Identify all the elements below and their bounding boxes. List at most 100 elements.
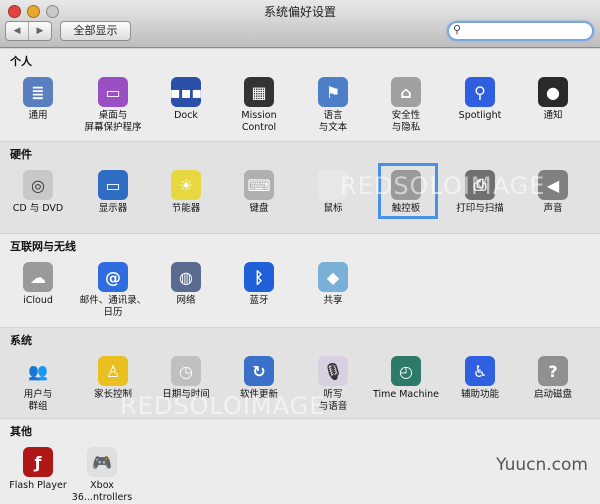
forward-button[interactable]: ▶	[29, 22, 51, 40]
pref-item[interactable]: ⎙ 打印与扫描	[444, 170, 516, 215]
pref-item-label: Mission Control	[241, 110, 277, 133]
xbox-controller-icon: 🎮	[87, 447, 117, 477]
pref-item-label: 声音	[543, 203, 563, 214]
pref-item[interactable]: ▪▪▪ Dock	[150, 77, 222, 122]
pref-item-label: 蓝牙	[249, 295, 269, 306]
pref-item-label: Time Machine	[372, 389, 440, 400]
pref-item[interactable]: 👥 用户与 群组	[2, 356, 74, 413]
pref-item[interactable]: ◍ 网络	[150, 262, 222, 307]
dock-icon: ▪▪▪	[170, 77, 202, 107]
pref-item-label: Dock	[174, 110, 198, 121]
pref-item-label: 软件更新	[239, 389, 278, 400]
nav-buttons: ◀ ▶	[5, 21, 52, 41]
software-update-icon: ↻	[244, 356, 274, 386]
show-all-button[interactable]: 全部显示	[60, 21, 131, 41]
back-button[interactable]: ◀	[6, 22, 29, 40]
pref-item-label: 通用	[28, 110, 48, 121]
mouse-icon	[318, 170, 348, 200]
pref-item[interactable]: ☁ iCloud	[2, 262, 74, 307]
pref-item[interactable]: ? 启动磁盘	[517, 356, 589, 401]
printer-icon: ⎙	[465, 170, 495, 200]
pref-item[interactable]: ≣ 通用	[2, 77, 74, 122]
security-house-icon: ⌂	[391, 77, 421, 107]
section-title: 其他	[10, 425, 32, 438]
parental-controls-icon: ♙	[98, 356, 128, 386]
pref-item-label: 邮件、通讯录、 日历	[79, 295, 147, 318]
sharing-folder-icon: ◆	[318, 262, 348, 292]
pref-item[interactable]: ◷ 日期与时间	[150, 356, 222, 401]
pref-item[interactable]: 🎙 听写 与语音	[297, 356, 369, 413]
time-machine-icon: ◴	[391, 356, 421, 386]
network-globe-icon: ◍	[171, 262, 201, 292]
section-0: 个人 ≣ 通用 ▭ 桌面与 屏幕保护程序 ▪▪▪ Dock ▦ Mission Control ⚑…	[0, 48, 600, 141]
pref-item-label: 打印与扫描	[456, 203, 504, 214]
pref-item[interactable]: ▭ 桌面与 屏幕保护程序	[77, 77, 149, 134]
pref-item[interactable]: 鼠标	[297, 170, 369, 215]
pref-item[interactable]: ↻ 软件更新	[223, 356, 295, 401]
pref-item[interactable]: ☀ 节能器	[150, 170, 222, 215]
pref-item[interactable]: ♙ 家长控制	[77, 356, 149, 401]
section-title: 硬件	[10, 148, 32, 161]
pref-item-label: 家长控制	[93, 389, 132, 400]
language-flag-icon: ⚑	[318, 77, 348, 107]
general-icon: ≣	[23, 77, 53, 107]
pref-item[interactable]: ⌨ 键盘	[223, 170, 295, 215]
magnifier-icon: ⚲	[453, 23, 462, 36]
pref-item[interactable]: ⚲ Spotlight	[444, 77, 516, 122]
pref-item-label: 听写 与语音	[318, 389, 348, 412]
pref-item-label: 网络	[176, 295, 196, 306]
section-title: 互联网与无线	[10, 240, 76, 253]
users-icon: 👥	[23, 356, 53, 386]
pref-item[interactable]: 🎮 Xbox 36...ntrollers	[66, 447, 138, 504]
pref-item[interactable]: ƒ Flash Player	[2, 447, 74, 492]
watermark-site: Yuucn.com	[496, 455, 588, 475]
window-title: 系统偏好设置	[263, 5, 336, 19]
section-title: 个人	[10, 55, 32, 68]
pref-item-label: 显示器	[98, 203, 128, 214]
pref-item[interactable]: ◴ Time Machine	[370, 356, 442, 401]
pref-item-label: 共享	[323, 295, 343, 306]
pref-item-label: 语言 与文本	[318, 110, 348, 133]
energy-bulb-icon: ☀	[171, 170, 201, 200]
keyboard-icon: ⌨	[244, 170, 274, 200]
flash-player-icon: ƒ	[23, 447, 53, 477]
section-2: 互联网与无线 ☁ iCloud @ 邮件、通讯录、 日历 ◍ 网络 ᛒ 蓝牙 ◆ 共享	[0, 233, 600, 327]
pref-item[interactable]: ◎ CD 与 DVD	[2, 170, 74, 215]
selection-highlight	[378, 163, 438, 219]
pref-item[interactable]: ᛒ 蓝牙	[223, 262, 295, 307]
pref-item-label: Xbox 36...ntrollers	[71, 480, 133, 503]
pref-item-label: CD 与 DVD	[12, 203, 64, 214]
section-title: 系统	[10, 334, 32, 347]
pref-item-label: 通知	[543, 110, 563, 121]
pref-item[interactable]: ▭ 显示器	[77, 170, 149, 215]
cd-dvd-icon: ◎	[23, 170, 53, 200]
mail-at-icon: @	[98, 262, 128, 292]
speaker-icon: ◀	[538, 170, 568, 200]
pref-item[interactable]: @ 邮件、通讯录、 日历	[77, 262, 149, 319]
desktop-icon: ▭	[98, 77, 128, 107]
pref-item-label: Spotlight	[458, 110, 502, 121]
pref-item[interactable]: ♿ 辅助功能	[444, 356, 516, 401]
accessibility-icon: ♿	[465, 356, 495, 386]
pref-item[interactable]: ▦ Mission Control	[223, 77, 295, 134]
pref-item[interactable]: ◆ 共享	[297, 262, 369, 307]
search-input[interactable]: ⚲	[447, 21, 594, 41]
pref-item-label: 用户与 群组	[23, 389, 53, 412]
pref-item-label: 节能器	[171, 203, 201, 214]
date-time-clock-icon: ◷	[171, 356, 201, 386]
pref-item-label: iCloud	[23, 295, 53, 306]
pref-item-label: 启动磁盘	[533, 389, 572, 400]
spotlight-icon: ⚲	[465, 77, 495, 107]
pref-item[interactable]: ⚑ 语言 与文本	[297, 77, 369, 134]
pref-item-label: 日期与时间	[162, 389, 210, 400]
pref-item-label: 键盘	[249, 203, 269, 214]
startup-disk-icon: ?	[538, 356, 568, 386]
pref-item[interactable]: ● 通知	[517, 77, 589, 122]
bluetooth-icon: ᛒ	[244, 262, 274, 292]
toolbar: 系统偏好设置 ◀ ▶ 全部显示 ⚲	[0, 0, 600, 48]
pref-item-label: 桌面与 屏幕保护程序	[84, 110, 142, 133]
icloud-icon: ☁	[23, 262, 53, 292]
pref-item[interactable]: ⌂ 安全性 与隐私	[370, 77, 442, 134]
pref-item[interactable]: ◀ 声音	[517, 170, 589, 215]
display-icon: ▭	[98, 170, 128, 200]
